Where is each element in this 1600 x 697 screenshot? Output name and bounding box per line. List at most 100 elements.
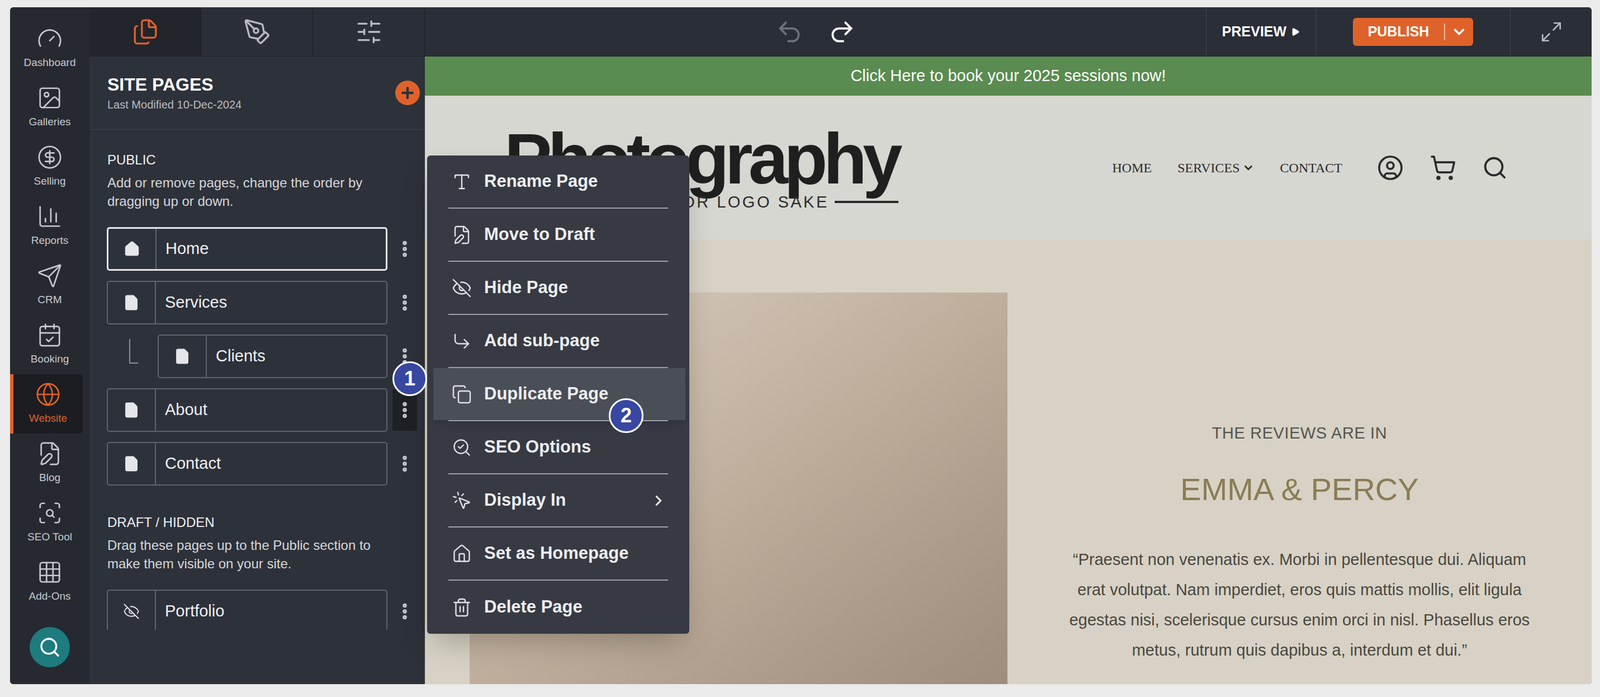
seo-icon <box>451 437 472 458</box>
rail-item[interactable]: Blog <box>10 433 90 493</box>
page-row: Home <box>106 226 425 271</box>
kebab-icon <box>394 600 415 622</box>
kebab-icon <box>394 399 415 420</box>
rail-item[interactable]: SEO Tool <box>10 492 90 552</box>
nav-link[interactable]: HOME <box>1111 157 1152 178</box>
publish-area: PUBLISH <box>1316 7 1510 56</box>
publish-button[interactable]: PUBLISH <box>1352 17 1474 46</box>
design-icon <box>243 17 272 46</box>
chart-icon <box>36 203 63 230</box>
rail-label: Galleries <box>29 114 71 131</box>
nav-link[interactable]: CONTACT <box>1280 157 1343 178</box>
nav-link[interactable]: SERVICES <box>1177 157 1254 178</box>
draft-heading: DRAFT / HIDDEN <box>107 512 407 533</box>
menu-item[interactable]: Set as Homepage <box>427 527 690 581</box>
rail-item[interactable]: Booking <box>10 314 90 375</box>
page-item[interactable]: Portfolio <box>106 589 388 630</box>
undo-icon[interactable] <box>775 17 804 46</box>
search-icon[interactable] <box>1482 154 1508 181</box>
screen: Dashboard Galleries Selling Reports CRM Booki… <box>0 0 1600 697</box>
page-name: Home <box>156 236 209 262</box>
grid-icon <box>36 559 63 585</box>
rail-item[interactable]: Add-Ons <box>10 551 90 612</box>
header-icons <box>1376 154 1508 182</box>
tool-tab[interactable] <box>201 7 314 56</box>
display-icon <box>451 490 472 511</box>
page-item[interactable]: Contact <box>106 441 388 486</box>
menu-item[interactable]: Display In <box>427 474 690 528</box>
chevron-right-icon <box>650 491 667 509</box>
rename-icon <box>451 171 472 192</box>
page-name: Clients <box>206 343 266 369</box>
panel-header: SITE PAGES Last Modified 10-Dec-2024 <box>89 56 425 130</box>
hide-icon <box>451 277 472 298</box>
review-names: EMMA & PERCY <box>1180 465 1419 513</box>
account-icon[interactable] <box>1376 154 1404 182</box>
panel-title: SITE PAGES <box>107 75 242 94</box>
rail-item[interactable]: Selling <box>10 136 90 197</box>
eye-off-icon <box>122 602 140 620</box>
public-heading: PUBLIC <box>107 149 407 170</box>
rail-item[interactable]: Galleries <box>10 77 90 137</box>
rail-item[interactable]: Dashboard <box>10 18 90 78</box>
menu-item[interactable]: Delete Page <box>427 580 690 634</box>
menu-item[interactable]: Rename Page <box>427 155 690 209</box>
main: PREVIEW PUBLISH SITE PAGES Last Modified 10… <box>89 7 1592 684</box>
kebab-icon <box>394 292 415 313</box>
page-row: Contact <box>106 441 425 486</box>
rail-item[interactable]: Reports <box>10 196 90 256</box>
page-menu-button[interactable] <box>392 228 418 270</box>
page-name: Portfolio <box>155 598 225 624</box>
file-icon <box>122 401 140 419</box>
page-row: Services <box>106 280 425 325</box>
add-page-button[interactable] <box>395 80 420 106</box>
page-menu-button[interactable] <box>392 442 418 485</box>
draft-icon <box>451 224 472 245</box>
play-icon <box>1290 27 1300 37</box>
seo-icon <box>36 499 63 526</box>
plus-icon <box>399 84 416 102</box>
menu-item[interactable]: Duplicate Page <box>427 367 690 421</box>
file-icon <box>122 294 140 311</box>
menu-item[interactable]: Add sub-page <box>427 314 690 368</box>
menu-item[interactable]: Move to Draft <box>427 208 690 262</box>
page-name: Services <box>155 290 227 315</box>
help-search-button[interactable] <box>29 626 70 667</box>
search-icon <box>38 635 61 659</box>
dollar-icon <box>36 144 63 170</box>
site-pages-panel: SITE PAGES Last Modified 10-Dec-2024 PUBLI… <box>89 56 425 684</box>
chevron-down-icon <box>1450 23 1468 41</box>
last-modified: Last Modified 10-Dec-2024 <box>107 98 242 111</box>
settings-icon <box>354 17 383 46</box>
rail-label: Dashboard <box>24 54 77 71</box>
rail-item[interactable]: Website <box>10 374 83 434</box>
page-menu-button[interactable] <box>392 590 418 630</box>
page-item[interactable]: Clients <box>157 334 388 378</box>
page-row: Clients <box>106 334 425 378</box>
cart-icon[interactable] <box>1429 154 1457 182</box>
kebab-icon <box>394 238 415 259</box>
duplicate-icon <box>451 384 472 405</box>
preview-button[interactable]: PREVIEW <box>1205 7 1317 56</box>
app-window: Dashboard Galleries Selling Reports CRM Booki… <box>10 7 1592 684</box>
tool-tab[interactable] <box>89 7 202 56</box>
rail-label: CRM <box>37 291 62 309</box>
menu-item[interactable]: Hide Page <box>427 261 690 315</box>
menu-item[interactable]: SEO Options <box>427 420 690 475</box>
rail-label: Blog <box>39 469 61 486</box>
public-pages: Home Services Clients About Contact <box>89 226 425 486</box>
promo-banner[interactable]: Click Here to book your 2025 sessions no… <box>424 56 1592 96</box>
page-item[interactable]: About <box>106 387 388 432</box>
redo-icon[interactable] <box>827 17 856 46</box>
globe-icon <box>35 381 61 407</box>
rail-item[interactable]: CRM <box>10 255 90 315</box>
page-item[interactable]: Services <box>106 280 388 325</box>
tool-tab[interactable] <box>313 7 425 56</box>
review-eyebrow: THE REVIEWS ARE IN <box>1212 420 1388 446</box>
home-icon <box>123 240 141 258</box>
expand-button[interactable] <box>1509 7 1592 56</box>
rail-label: Selling <box>33 173 66 190</box>
blog-icon <box>36 440 63 467</box>
page-item[interactable]: Home <box>106 226 388 271</box>
page-menu-button[interactable] <box>392 281 418 324</box>
